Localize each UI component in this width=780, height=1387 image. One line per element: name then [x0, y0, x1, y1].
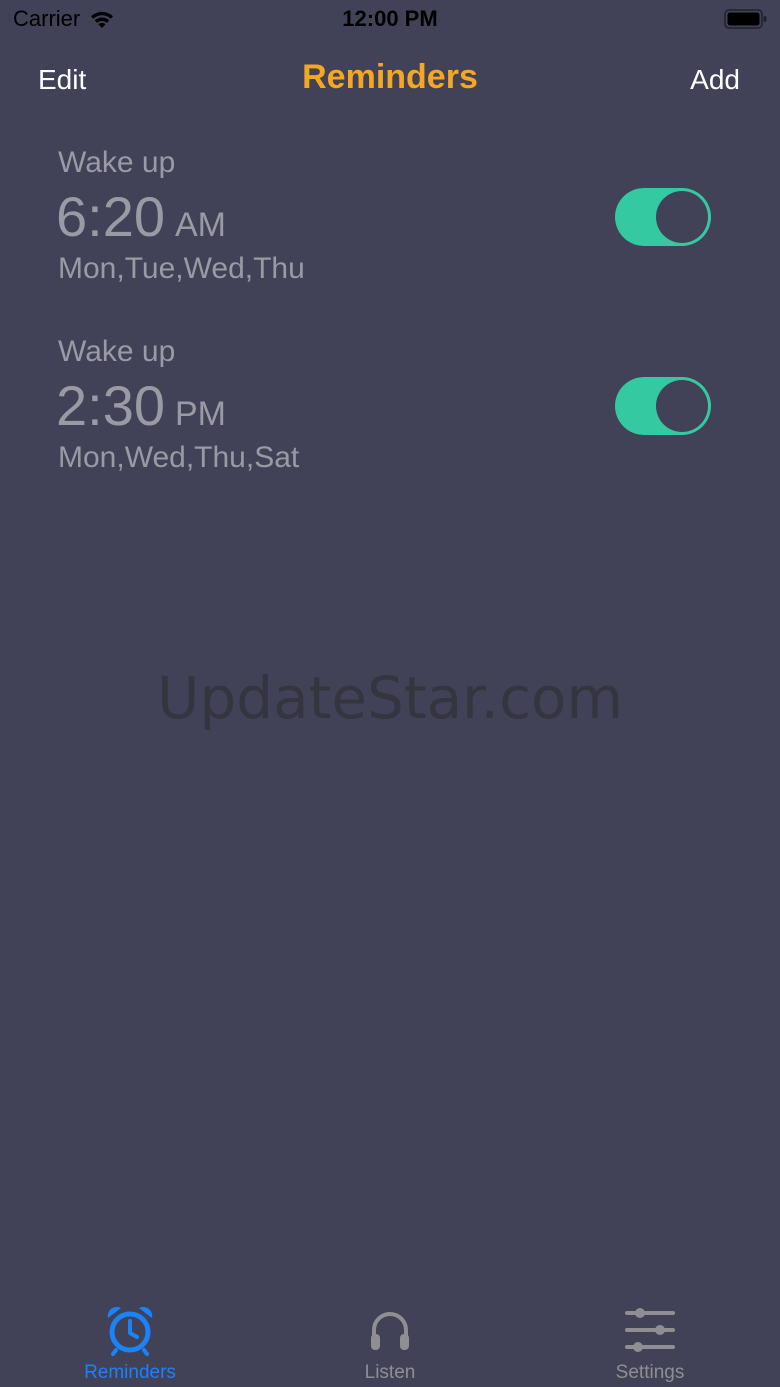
reminder-name: Wake up [58, 335, 176, 368]
tab-listen[interactable]: Listen [290, 1290, 490, 1387]
reminder-toggle[interactable] [615, 188, 711, 246]
sliders-icon [625, 1308, 675, 1352]
toggle-knob [656, 380, 708, 432]
reminder-time-value: 6:20 [56, 185, 165, 248]
alarm-clock-icon [107, 1306, 153, 1356]
battery-icon [724, 9, 767, 29]
tab-label: Settings [615, 1362, 685, 1383]
navigation-bar: Edit Reminders Add [0, 52, 780, 108]
headphones-icon [371, 1312, 409, 1350]
reminder-time: 6:20 AM [56, 184, 226, 249]
reminder-toggle[interactable] [615, 377, 711, 435]
reminder-time: 2:30 PM [56, 373, 226, 438]
status-bar: Carrier 12:00 PM [0, 0, 780, 40]
toggle-knob [656, 191, 708, 243]
reminder-time-period: AM [175, 206, 226, 244]
reminder-time-period: PM [175, 395, 226, 433]
reminder-row[interactable]: Wake up 6:20 AM Mon,Tue,Wed,Thu [0, 140, 780, 300]
reminder-time-value: 2:30 [56, 374, 165, 437]
page-title: Reminders [302, 58, 478, 96]
tab-label: Reminders [84, 1362, 176, 1383]
tab-label: Listen [364, 1362, 416, 1383]
reminder-row[interactable]: Wake up 2:30 PM Mon,Wed,Thu,Sat [0, 329, 780, 489]
reminder-days: Mon,Tue,Wed,Thu [58, 252, 305, 285]
watermark: UpdateStar.com [157, 664, 623, 732]
tab-reminders[interactable]: Reminders [30, 1290, 230, 1387]
add-button[interactable]: Add [690, 64, 740, 96]
tab-bar: Reminders Listen Settings [0, 1290, 780, 1387]
reminder-name: Wake up [58, 146, 176, 179]
status-time: 12:00 PM [342, 6, 438, 31]
tab-settings[interactable]: Settings [550, 1290, 750, 1387]
reminder-days: Mon,Wed,Thu,Sat [58, 441, 300, 474]
